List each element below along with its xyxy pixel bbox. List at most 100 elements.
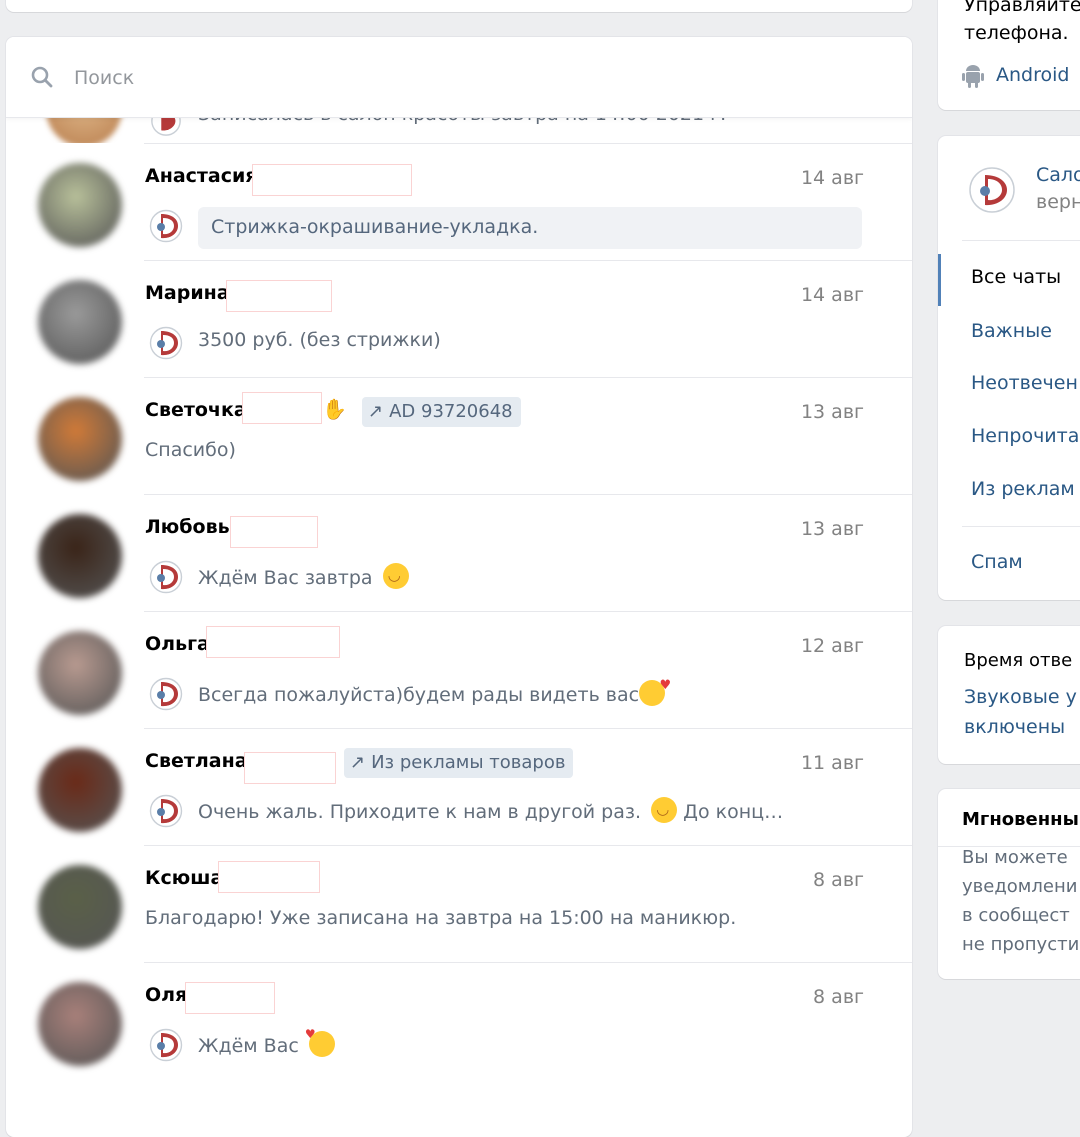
menu-unanswered[interactable]: Неотвечен [971, 372, 1078, 394]
menu-from-ads[interactable]: Из реклам [971, 478, 1075, 500]
dialog-row[interactable]: Ольга 12 авг Всегда пожалуйста)будем рады … [6, 611, 912, 728]
response-time-label: Время отве [964, 650, 1073, 671]
instant-card: Мгновенны Вы можете уведомлени в сообщес… [938, 789, 1080, 979]
folders-card: Сало верн Все чаты Важные Неотвечен Непр… [938, 136, 1080, 600]
dialog-row[interactable]: Оля 8 авг Ждём Вас [6, 962, 912, 1079]
avatar[interactable] [38, 514, 122, 598]
contact-name[interactable]: Марина [145, 282, 230, 304]
instant-text-4: не пропусти [962, 934, 1080, 955]
dialog-row[interactable]: Светлана ↗ Из рекламы товаров 11 авг Очень ж… [6, 728, 912, 845]
community-sub: верн [1036, 191, 1080, 213]
avatar[interactable] [38, 163, 122, 247]
message-text: Всегда пожалуйста)будем рады видеть вас [198, 684, 640, 706]
message-preview: Стрижка-окрашивание-укладка. [211, 216, 539, 238]
instant-text-1: Вы можете [962, 847, 1068, 868]
contact-name[interactable]: Ксюша [145, 867, 223, 889]
contact-name[interactable]: Оля [145, 984, 187, 1006]
contact-name[interactable]: Светлана [145, 750, 248, 772]
sound-link[interactable]: Звуковые у [964, 686, 1077, 708]
dialog-row[interactable]: Марина 14 авг 3500 руб. (без стрижки) [6, 260, 912, 377]
dialog-row[interactable]: Анастасия 14 авг Стрижка-окрашивание-уклад… [6, 143, 912, 260]
community-logo-icon [149, 209, 183, 243]
redacted-surname [226, 280, 332, 312]
avatar[interactable] [38, 397, 122, 481]
contact-name[interactable]: Любовь [145, 516, 230, 538]
ok-hand-icon: ✋ [322, 397, 347, 421]
community-logo-icon [151, 117, 181, 136]
contact-name[interactable]: Анастасия [145, 165, 258, 187]
contact-name[interactable]: Светочка [145, 399, 247, 421]
divider [962, 240, 1080, 241]
apps-text-2: телефона. [964, 22, 1069, 44]
apps-card: Управляйте телефона. Android [938, 0, 1080, 110]
message-text: 3500 руб. (без стрижки) [198, 329, 441, 351]
dialog-row[interactable]: Любовь 13 авг Ждём Вас завтра [6, 494, 912, 611]
message-date: 13 авг [800, 518, 864, 540]
divider [962, 526, 1080, 527]
message-preview: Ждём Вас [198, 1027, 335, 1057]
avatar[interactable] [38, 748, 122, 832]
dialogs-panel: Записалась в салон красоты завтра на 14:… [6, 37, 912, 1137]
message-preview: Спасибо) [145, 439, 236, 461]
search-input[interactable] [72, 59, 776, 97]
settings-card: Время отве Звуковые у включены [938, 626, 1080, 764]
message-date: 11 авг [800, 752, 864, 774]
community-logo-icon [149, 326, 183, 360]
message-preview: Благодарю! Уже записана на завтра на 15:… [145, 907, 737, 929]
smile-emoji-icon [651, 797, 678, 823]
instant-text-3: в сообщест [962, 905, 1070, 926]
dialog-row[interactable]: Светочка ✋ ↗ AD 93720648 13 авг Спасибо) [6, 377, 912, 494]
redacted-surname [242, 392, 322, 424]
redacted-surname [206, 626, 340, 658]
community-logo-icon [149, 794, 183, 828]
message-date: 14 авг [800, 284, 864, 306]
community-logo-icon [969, 167, 1015, 213]
message-text: Очень жаль. Приходите к нам в другой раз… [198, 801, 642, 823]
dialog-row[interactable]: Ксюша 8 авг Благодарю! Уже записана на зав… [6, 845, 912, 962]
community-logo-icon [149, 560, 183, 594]
hearts-emoji-icon [305, 1027, 335, 1057]
kiss-emoji-icon [639, 678, 671, 706]
message-preview: Очень жаль. Приходите к нам в другой раз… [198, 797, 783, 823]
message-preview: 3500 руб. (без стрижки) [198, 329, 441, 351]
avatar[interactable] [38, 865, 122, 949]
message-date: 12 авг [800, 635, 864, 657]
source-tag-label: AD 93720648 [389, 401, 513, 422]
message-text: Ждём Вас завтра [198, 567, 373, 589]
active-indicator [938, 254, 941, 306]
avatar[interactable] [38, 982, 122, 1066]
message-tail: До конц… [683, 801, 784, 823]
message-preview: Записалась в салон красоты завтра на 14:… [198, 117, 726, 125]
sound-link-2[interactable]: включены [964, 716, 1065, 738]
instant-text-2: уведомлени [962, 876, 1078, 897]
dialog-partial[interactable]: Записалась в салон красоты завтра на 14:… [6, 117, 912, 143]
smile-emoji-icon [382, 563, 409, 589]
menu-spam[interactable]: Спам [971, 551, 1023, 573]
search-icon [31, 66, 53, 88]
unread-message-bubble: Стрижка-окрашивание-укладка. [198, 207, 862, 249]
menu-important[interactable]: Важные [971, 320, 1052, 342]
source-tag[interactable]: ↗ Из рекламы товаров [344, 748, 574, 778]
avatar[interactable] [38, 631, 122, 715]
menu-unread[interactable]: Непрочита [971, 425, 1079, 447]
community-logo-icon [149, 677, 183, 711]
apps-text-1: Управляйте [964, 0, 1080, 16]
avatar[interactable] [38, 280, 122, 364]
message-date: 14 авг [800, 167, 864, 189]
search-bar [6, 37, 912, 118]
community-name[interactable]: Сало [1036, 164, 1080, 186]
contact-name[interactable]: Ольга [145, 633, 210, 655]
arrow-up-right-icon: ↗ [368, 401, 384, 422]
message-date: 8 авг [813, 869, 864, 891]
message-text: Ждём Вас [198, 1035, 299, 1057]
avatar [46, 117, 122, 143]
message-date: 8 авг [813, 986, 864, 1008]
source-tag[interactable]: ↗ AD 93720648 [362, 397, 521, 427]
android-link[interactable]: Android [996, 64, 1069, 86]
menu-all-chats[interactable]: Все чаты [971, 266, 1061, 288]
redacted-surname [185, 982, 275, 1014]
top-card [6, 0, 912, 12]
android-icon [962, 65, 984, 88]
message-preview: Всегда пожалуйста)будем рады видеть вас [198, 678, 671, 706]
redacted-surname [244, 752, 336, 784]
